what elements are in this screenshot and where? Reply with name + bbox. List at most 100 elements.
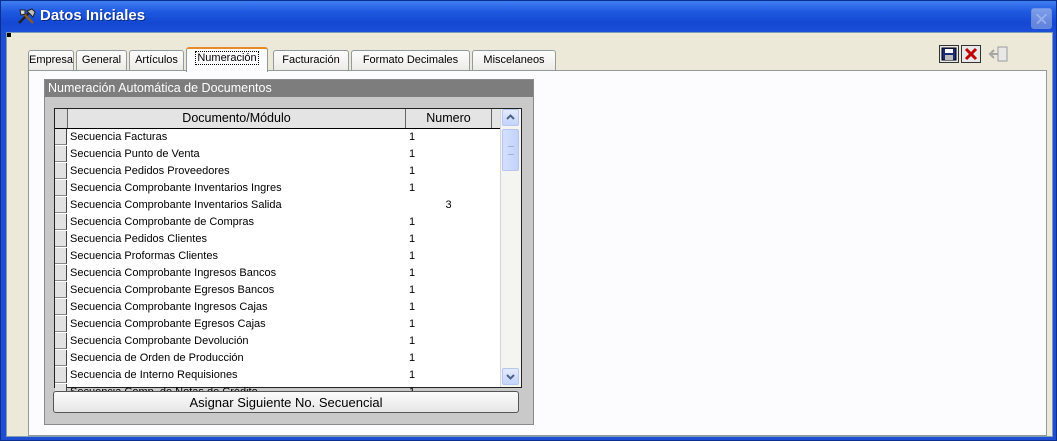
assign-next-sequence-button[interactable]: Asignar Siguiente No. Secuencial: [53, 391, 519, 413]
cell-numero[interactable]: 1: [409, 316, 489, 332]
cell-numero[interactable]: 1: [409, 163, 489, 179]
cell-numero[interactable]: 1: [409, 129, 489, 145]
cell-documento[interactable]: Secuencia Comprobante de Compras: [70, 214, 404, 230]
cell-documento[interactable]: Secuencia Comprobante Inventarios Salida: [70, 197, 404, 213]
row-selector[interactable]: [55, 146, 67, 162]
row-selector[interactable]: [55, 265, 67, 281]
exit-button[interactable]: [988, 45, 1010, 63]
row-selector[interactable]: [55, 231, 67, 247]
cell-documento[interactable]: Secuencia de Orden de Producción: [70, 350, 404, 366]
delete-button[interactable]: [961, 45, 981, 63]
tab-articulos[interactable]: Artículos: [129, 50, 184, 70]
scroll-down-button[interactable]: [502, 368, 519, 385]
grid-rows: Secuencia Facturas 1 Secuencia Punto de Ve…: [55, 129, 501, 401]
row-selector[interactable]: [55, 197, 67, 213]
cell-documento[interactable]: Secuencia Comprobante Ingresos Bancos: [70, 265, 404, 281]
table-row[interactable]: Secuencia Comprobante Egresos Cajas 1: [55, 316, 501, 333]
cell-documento[interactable]: Secuencia Comprobante Devolución: [70, 333, 404, 349]
cell-documento[interactable]: Secuencia Proformas Clientes: [70, 248, 404, 264]
row-selector[interactable]: [55, 129, 67, 145]
save-button[interactable]: [939, 45, 959, 63]
row-selector-header: [55, 109, 68, 128]
table-row[interactable]: Secuencia Pedidos Clientes 1: [55, 231, 501, 248]
tab-formato-decimales[interactable]: Formato Decimales: [351, 50, 470, 70]
table-row[interactable]: Secuencia Comprobante Inventarios Salida…: [55, 197, 501, 214]
table-row[interactable]: Secuencia Facturas 1: [55, 129, 501, 146]
scroll-thumb[interactable]: [502, 129, 519, 171]
cell-documento[interactable]: Secuencia Comprobante Egresos Bancos: [70, 282, 404, 298]
close-button[interactable]: [1031, 8, 1052, 29]
cell-numero[interactable]: 1: [409, 333, 489, 349]
corner-marker: [7, 33, 11, 37]
save-icon: [941, 47, 957, 61]
chevron-up-icon: [506, 114, 515, 120]
cell-documento[interactable]: Secuencia Facturas: [70, 129, 404, 145]
tab-empresa[interactable]: Empresa: [28, 50, 74, 70]
table-row[interactable]: Secuencia Comprobante Ingresos Cajas 1: [55, 299, 501, 316]
row-selector[interactable]: [55, 316, 67, 332]
window-title: Datos Iniciales: [40, 7, 146, 24]
vertical-scrollbar[interactable]: [500, 109, 521, 387]
cell-numero[interactable]: 1: [409, 146, 489, 162]
exit-icon: [988, 46, 1008, 62]
group-title: Numeración Automática de Documentos: [45, 80, 533, 97]
grid-header: Documento/Módulo Numero: [55, 109, 501, 129]
cell-documento[interactable]: Secuencia de Interno Requisiones: [70, 367, 404, 383]
table-row[interactable]: Secuencia Comprobante Ingresos Bancos 1: [55, 265, 501, 282]
tab-label: General: [81, 54, 122, 66]
scroll-up-button[interactable]: [502, 109, 519, 126]
cell-documento[interactable]: Secuencia Pedidos Proveedores: [70, 163, 404, 179]
table-row[interactable]: Secuencia Pedidos Proveedores 1: [55, 163, 501, 180]
table-row[interactable]: Secuencia Proformas Clientes 1: [55, 248, 501, 265]
cell-numero[interactable]: 1: [409, 299, 489, 315]
cell-documento[interactable]: Secuencia Punto de Venta: [70, 146, 404, 162]
window-client-area: Empresa General Artículos Numeración Fac…: [6, 32, 1053, 437]
row-selector[interactable]: [55, 214, 67, 230]
cell-numero[interactable]: 3: [406, 197, 491, 213]
tab-facturacion[interactable]: Facturación: [273, 50, 349, 70]
tab-general[interactable]: General: [76, 50, 127, 70]
tab-label: Facturación: [282, 54, 340, 66]
tab-numeracion[interactable]: Numeración: [186, 47, 268, 72]
cell-numero[interactable]: 1: [409, 367, 489, 383]
table-row[interactable]: Secuencia Punto de Venta 1: [55, 146, 501, 163]
row-selector[interactable]: [55, 180, 67, 196]
table-row[interactable]: Secuencia de Interno Requisiones 1: [55, 367, 501, 384]
documentos-grid[interactable]: Documento/Módulo Numero Secuencia Factur…: [54, 108, 522, 401]
cell-numero[interactable]: 1: [409, 282, 489, 298]
cell-numero[interactable]: 1: [409, 265, 489, 281]
cell-documento[interactable]: Secuencia Comprobante Egresos Cajas: [70, 316, 404, 332]
tab-label: Miscelaneos: [483, 54, 545, 66]
row-selector[interactable]: [55, 282, 67, 298]
table-row[interactable]: Secuencia Comprobante Inventarios Ingres…: [55, 180, 501, 197]
numeracion-group: Numeración Automática de Documentos Docu…: [44, 79, 534, 425]
table-row[interactable]: Secuencia de Orden de Producción 1: [55, 350, 501, 367]
row-selector[interactable]: [55, 350, 67, 366]
cell-documento[interactable]: Secuencia Pedidos Clientes: [70, 231, 404, 247]
tab-panel-numeracion: Numeración Automática de Documentos Docu…: [28, 70, 1047, 436]
cell-numero[interactable]: 1: [409, 350, 489, 366]
tools-icon: [18, 8, 36, 24]
row-selector[interactable]: [55, 163, 67, 179]
cell-numero[interactable]: 1: [409, 248, 489, 264]
tab-miscelaneos[interactable]: Miscelaneos: [472, 50, 556, 70]
column-header-documento[interactable]: Documento/Módulo: [68, 109, 406, 128]
cell-documento[interactable]: Secuencia Comprobante Ingresos Cajas: [70, 299, 404, 315]
row-selector[interactable]: [55, 299, 67, 315]
table-row[interactable]: Secuencia Comprobante de Compras 1: [55, 214, 501, 231]
table-row[interactable]: Secuencia Comprobante Devolución 1: [55, 333, 501, 350]
table-row[interactable]: Secuencia Comprobante Egresos Bancos 1: [55, 282, 501, 299]
title-bar[interactable]: Datos Iniciales: [1, 1, 1056, 32]
chevron-down-icon: [506, 374, 515, 380]
column-header-numero[interactable]: Numero: [406, 109, 492, 128]
cell-documento[interactable]: Secuencia Comprobante Inventarios Ingres: [70, 180, 404, 196]
row-selector[interactable]: [55, 367, 67, 383]
cell-numero[interactable]: 1: [409, 231, 489, 247]
row-selector[interactable]: [55, 248, 67, 264]
tab-label: Empresa: [29, 54, 74, 66]
cell-numero[interactable]: 1: [409, 214, 489, 230]
row-selector[interactable]: [55, 333, 67, 349]
cell-numero[interactable]: 1: [409, 180, 489, 196]
tab-label: Artículos: [135, 54, 178, 66]
tab-label: Formato Decimales: [362, 54, 459, 66]
